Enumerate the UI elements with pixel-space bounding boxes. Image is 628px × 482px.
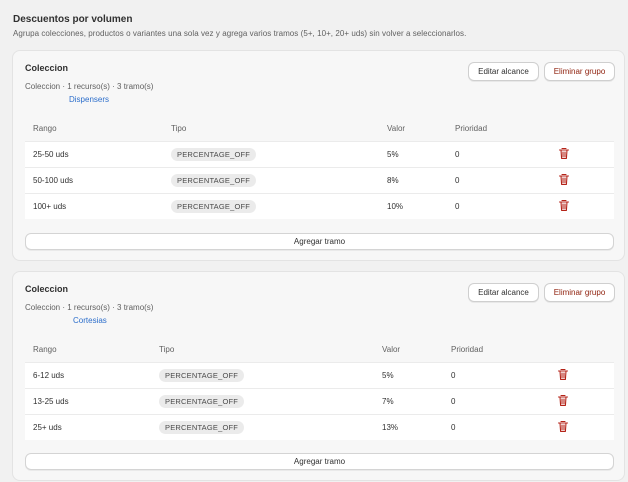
tier-priority: 0	[451, 397, 456, 406]
delete-group-button[interactable]: Eliminar grupo	[544, 62, 615, 81]
tier-value: 10%	[387, 202, 404, 211]
column-header-tipo: Tipo	[171, 124, 187, 133]
tier-type-badge: PERCENTAGE_OFF	[171, 174, 257, 187]
edit-scope-button[interactable]: Editar alcance	[468, 62, 539, 81]
tier-priority: 0	[455, 202, 460, 211]
table-row: 25-50 uds PERCENTAGE_OFF 5% 0	[25, 141, 614, 167]
tier-type-badge: PERCENTAGE_OFF	[171, 200, 257, 213]
trash-icon[interactable]	[557, 394, 569, 407]
table-row: 13-25 uds PERCENTAGE_OFF 7% 0	[25, 388, 614, 414]
tier-value: 8%	[387, 176, 399, 185]
tier-value: 13%	[382, 423, 399, 432]
edit-scope-button[interactable]: Editar alcance	[468, 283, 539, 302]
tier-priority: 0	[455, 150, 460, 159]
add-tier-button[interactable]: Agregar tramo	[25, 233, 614, 250]
tier-range: 25-50 uds	[33, 150, 69, 159]
add-tier-button[interactable]: Agregar tramo	[25, 453, 614, 470]
tiers-table: Rango Tipo Valor Prioridad 6-12 uds PERC…	[25, 338, 614, 440]
tier-type-badge: PERCENTAGE_OFF	[159, 421, 245, 434]
tier-priority: 0	[451, 423, 456, 432]
trash-icon[interactable]	[558, 173, 570, 186]
tier-value: 5%	[382, 371, 394, 380]
column-header-prioridad: Prioridad	[455, 124, 488, 133]
column-header-prioridad: Prioridad	[451, 345, 484, 354]
column-header-tipo: Tipo	[159, 345, 175, 354]
group-title: Coleccion	[25, 284, 69, 294]
tier-value: 5%	[387, 150, 399, 159]
tiers-table: Rango Tipo Valor Prioridad 25-50 uds PER…	[25, 117, 614, 219]
column-header-rango: Rango	[33, 124, 57, 133]
tier-priority: 0	[455, 176, 460, 185]
tier-range: 25+ uds	[33, 423, 62, 432]
trash-icon[interactable]	[557, 368, 569, 381]
tier-range: 13-25 uds	[33, 397, 69, 406]
group-meta: Coleccion · 1 recurso(s) · 3 tramo(s)	[25, 303, 154, 312]
column-header-valor: Valor	[387, 124, 406, 133]
table-header: Rango Tipo Valor Prioridad	[25, 117, 614, 141]
tier-range: 100+ uds	[33, 202, 67, 211]
group-resource-link[interactable]: Dispensers	[69, 95, 109, 104]
discount-group-card: Coleccion Coleccion · 1 recurso(s) · 3 t…	[12, 271, 625, 481]
trash-icon[interactable]	[558, 147, 570, 160]
trash-icon[interactable]	[558, 199, 570, 212]
tier-type-badge: PERCENTAGE_OFF	[159, 369, 245, 382]
tier-priority: 0	[451, 371, 456, 380]
volume-discounts-page: Descuentos por volumen Agrupa coleccione…	[0, 0, 628, 482]
table-row: 100+ uds PERCENTAGE_OFF 10% 0	[25, 193, 614, 219]
table-row: 50-100 uds PERCENTAGE_OFF 8% 0	[25, 167, 614, 193]
table-row: 25+ uds PERCENTAGE_OFF 13% 0	[25, 414, 614, 440]
column-header-valor: Valor	[382, 345, 401, 354]
column-header-rango: Rango	[33, 345, 57, 354]
tier-type-badge: PERCENTAGE_OFF	[171, 148, 257, 161]
table-row: 6-12 uds PERCENTAGE_OFF 5% 0	[25, 362, 614, 388]
page-title: Descuentos por volumen	[13, 14, 133, 25]
trash-icon[interactable]	[557, 420, 569, 433]
group-meta: Coleccion · 1 recurso(s) · 3 tramo(s)	[25, 82, 154, 91]
group-resource-link[interactable]: Cortesias	[73, 316, 107, 325]
tier-type-badge: PERCENTAGE_OFF	[159, 395, 245, 408]
group-title: Coleccion	[25, 63, 69, 73]
table-header: Rango Tipo Valor Prioridad	[25, 338, 614, 362]
tier-value: 7%	[382, 397, 394, 406]
delete-group-button[interactable]: Eliminar grupo	[544, 283, 615, 302]
discount-group-card: Coleccion Coleccion · 1 recurso(s) · 3 t…	[12, 50, 625, 261]
tier-range: 6-12 uds	[33, 371, 65, 380]
page-subtitle: Agrupa colecciones, productos o variante…	[13, 29, 467, 38]
tier-range: 50-100 uds	[33, 176, 74, 185]
